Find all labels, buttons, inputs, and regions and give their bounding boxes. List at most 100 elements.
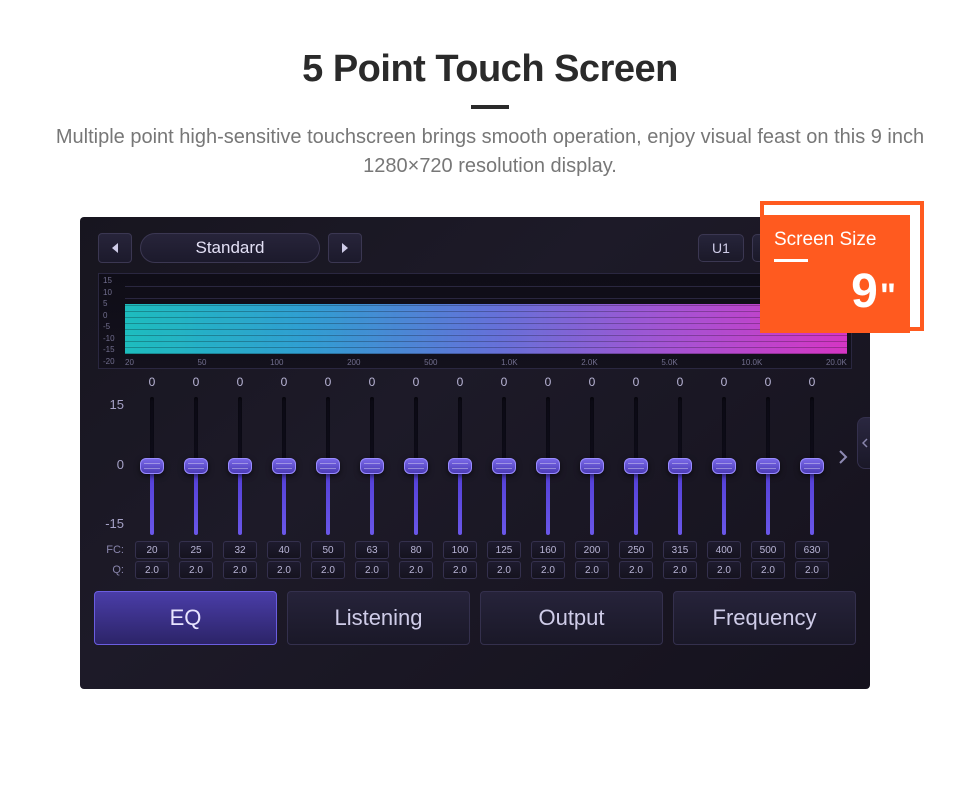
eq-slider[interactable] (810, 397, 814, 535)
xtick: 20.0K (826, 358, 847, 367)
tab-output[interactable]: Output (480, 591, 663, 645)
chevron-right-icon (340, 242, 350, 254)
eq-ylabel: 15 (110, 397, 124, 412)
eq-slider-knob[interactable] (580, 458, 604, 474)
eq-slider[interactable] (150, 397, 154, 535)
preset-prev-button[interactable] (98, 233, 132, 263)
eq-slider-knob[interactable] (756, 458, 780, 474)
q-value[interactable]: 2.0 (355, 561, 389, 579)
q-value[interactable]: 2.0 (399, 561, 433, 579)
bottom-tabs: EQ Listening Output Frequency (94, 591, 856, 645)
fc-value[interactable]: 500 (751, 541, 785, 559)
eq-band-value: 0 (237, 375, 244, 393)
fc-value[interactable]: 630 (795, 541, 829, 559)
fc-value[interactable]: 100 (443, 541, 477, 559)
q-value[interactable]: 2.0 (795, 561, 829, 579)
xtick: 100 (270, 358, 283, 367)
eq-slider-knob[interactable] (624, 458, 648, 474)
eq-slider-knob[interactable] (404, 458, 428, 474)
q-value[interactable]: 2.0 (751, 561, 785, 579)
fc-value[interactable]: 160 (531, 541, 565, 559)
q-value[interactable]: 2.0 (223, 561, 257, 579)
q-value[interactable]: 2.0 (443, 561, 477, 579)
eq-slider[interactable] (502, 397, 506, 535)
tab-eq[interactable]: EQ (94, 591, 277, 645)
fc-value[interactable]: 20 (135, 541, 169, 559)
q-value[interactable]: 2.0 (267, 561, 301, 579)
eq-band: 0 (218, 375, 262, 539)
eq-slider-knob[interactable] (800, 458, 824, 474)
eq-band-value: 0 (545, 375, 552, 393)
eq-band-value: 0 (721, 375, 728, 393)
q-value[interactable]: 2.0 (663, 561, 697, 579)
xtick: 2.0K (581, 358, 597, 367)
fc-value[interactable]: 125 (487, 541, 521, 559)
eq-band-value: 0 (589, 375, 596, 393)
fc-value[interactable]: 32 (223, 541, 257, 559)
fc-value[interactable]: 80 (399, 541, 433, 559)
eq-slider[interactable] (326, 397, 330, 535)
q-value[interactable]: 2.0 (707, 561, 741, 579)
eq-slider-knob[interactable] (140, 458, 164, 474)
eq-band: 0 (130, 375, 174, 539)
eq-slider[interactable] (282, 397, 286, 535)
q-value[interactable]: 2.0 (575, 561, 609, 579)
eq-slider[interactable] (194, 397, 198, 535)
eq-scroll-right-button[interactable] (834, 375, 852, 539)
user-preset-1-button[interactable]: U1 (698, 234, 744, 262)
eq-ylabel: -15 (105, 516, 124, 531)
eq-band: 0 (262, 375, 306, 539)
eq-band: 0 (526, 375, 570, 539)
q-value[interactable]: 2.0 (619, 561, 653, 579)
q-value[interactable]: 2.0 (531, 561, 565, 579)
ytick: -20 (103, 357, 115, 366)
q-value[interactable]: 2.0 (135, 561, 169, 579)
eq-band: 0 (658, 375, 702, 539)
eq-slider-knob[interactable] (272, 458, 296, 474)
eq-slider-knob[interactable] (316, 458, 340, 474)
eq-slider[interactable] (722, 397, 726, 535)
fc-value[interactable]: 315 (663, 541, 697, 559)
fc-value[interactable]: 250 (619, 541, 653, 559)
tab-listening[interactable]: Listening (287, 591, 470, 645)
xtick: 20 (125, 358, 134, 367)
eq-slider-knob[interactable] (712, 458, 736, 474)
eq-slider-knob[interactable] (360, 458, 384, 474)
eq-slider-knob[interactable] (228, 458, 252, 474)
tab-frequency[interactable]: Frequency (673, 591, 856, 645)
ytick: 15 (103, 276, 115, 285)
q-value[interactable]: 2.0 (179, 561, 213, 579)
eq-slider[interactable] (678, 397, 682, 535)
q-value[interactable]: 2.0 (487, 561, 521, 579)
eq-slider-knob[interactable] (184, 458, 208, 474)
fc-value[interactable]: 400 (707, 541, 741, 559)
q-value[interactable]: 2.0 (311, 561, 345, 579)
xtick: 200 (347, 358, 360, 367)
eq-slider-knob[interactable] (536, 458, 560, 474)
eq-slider-knob[interactable] (668, 458, 692, 474)
eq-slider-knob[interactable] (448, 458, 472, 474)
fc-value[interactable]: 63 (355, 541, 389, 559)
eq-slider[interactable] (238, 397, 242, 535)
eq-slider[interactable] (590, 397, 594, 535)
preset-next-button[interactable] (328, 233, 362, 263)
eq-slider[interactable] (370, 397, 374, 535)
q-label: Q: (98, 564, 130, 576)
side-drawer-handle[interactable] (857, 417, 870, 469)
eq-slider-knob[interactable] (492, 458, 516, 474)
eq-slider[interactable] (414, 397, 418, 535)
eq-band: 0 (746, 375, 790, 539)
eq-slider[interactable] (546, 397, 550, 535)
fc-value[interactable]: 25 (179, 541, 213, 559)
ytick: 0 (103, 311, 115, 320)
fc-value[interactable]: 200 (575, 541, 609, 559)
eq-slider[interactable] (458, 397, 462, 535)
preset-name[interactable]: Standard (140, 233, 320, 263)
fc-value[interactable]: 40 (267, 541, 301, 559)
eq-slider[interactable] (634, 397, 638, 535)
topbar: Standard U1 U2 U3 (80, 227, 870, 273)
eq-band: 0 (306, 375, 350, 539)
eq-band-value: 0 (325, 375, 332, 393)
fc-value[interactable]: 50 (311, 541, 345, 559)
eq-slider[interactable] (766, 397, 770, 535)
